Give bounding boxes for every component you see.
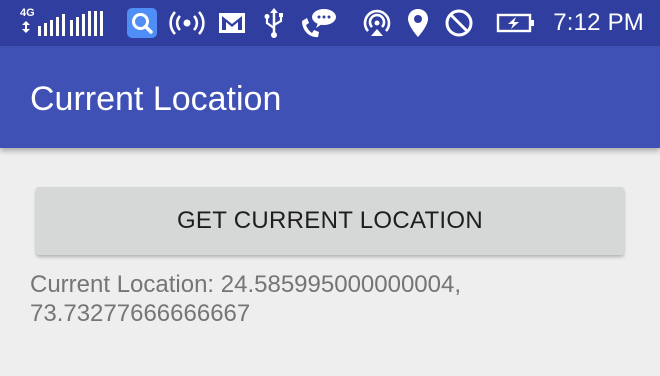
missed-call-icon <box>298 0 338 46</box>
current-location-text: Current Location: 24.585995000000004, 73… <box>30 271 462 327</box>
usb-icon <box>260 0 288 46</box>
get-current-location-button[interactable]: GET CURRENT LOCATION <box>36 187 624 255</box>
search-app-icon <box>126 0 158 46</box>
location-icon <box>405 0 431 46</box>
page-title: Current Location <box>30 80 282 118</box>
battery-charging-icon <box>496 0 536 46</box>
status-bar: 4G 7:12 PM <box>0 0 660 46</box>
status-time: 7:12 PM <box>553 9 644 36</box>
gmail-icon <box>218 0 246 46</box>
signal-icon <box>16 0 110 46</box>
block-icon <box>444 0 474 46</box>
hotspot-icon <box>169 0 205 46</box>
cast-icon <box>362 0 392 46</box>
app-bar: Current Location <box>0 46 660 148</box>
